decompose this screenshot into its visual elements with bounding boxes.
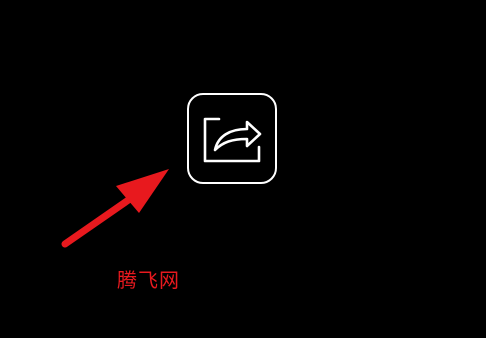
arrow-icon bbox=[61, 169, 169, 248]
watermark-text: 腾飞网 bbox=[117, 268, 180, 292]
